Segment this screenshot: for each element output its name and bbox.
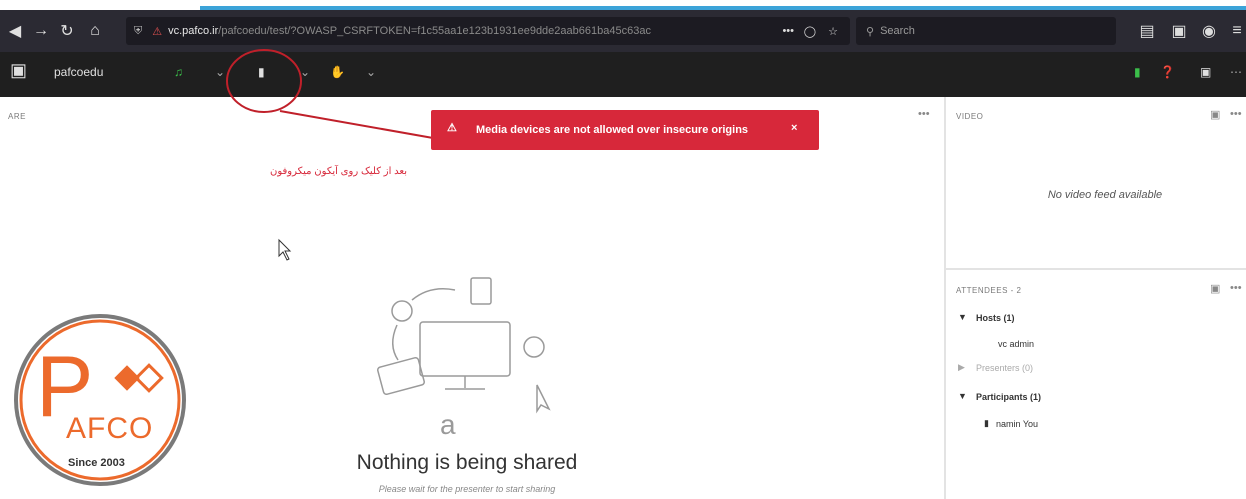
- no-video-text: No video feed available: [1047, 189, 1163, 201]
- video-pod-label: VIDEO: [956, 112, 984, 121]
- error-toast: ⚠ Media devices are not allowed over ins…: [431, 110, 819, 150]
- video-pod-fullscreen-icon[interactable]: ▣: [1210, 108, 1220, 121]
- mouse-cursor-icon: [278, 238, 292, 261]
- toast-close-button[interactable]: ×: [791, 122, 797, 134]
- hosts-chevron-icon[interactable]: ▼: [958, 312, 967, 322]
- attendee-namin[interactable]: namin You: [996, 419, 1038, 429]
- user-icon: [391, 300, 413, 322]
- warning-icon: ⚠: [447, 122, 457, 134]
- attendee-vc-admin[interactable]: vc admin: [998, 339, 1034, 349]
- monitor-icon: [419, 321, 511, 377]
- nothing-shared-subtitle: Please wait for the presenter to start s…: [378, 484, 556, 494]
- document-icon: [470, 277, 492, 305]
- annotation-line: [279, 110, 434, 139]
- participant-mic-icon: ▮: [984, 418, 989, 428]
- attendees-pod-label: ATTENDEES - 2: [956, 286, 1022, 295]
- toast-message: Media devices are not allowed over insec…: [476, 124, 749, 136]
- presenters-chevron-icon[interactable]: ▶: [958, 362, 965, 373]
- font-icon: a: [440, 409, 456, 440]
- hosts-group[interactable]: Hosts (1): [976, 313, 1015, 323]
- presenters-group[interactable]: Presenters (0): [976, 363, 1033, 373]
- attendees-pod-menu-icon[interactable]: •••: [1230, 282, 1242, 294]
- sharing-illustration: a: [377, 277, 551, 440]
- image-icon: [377, 356, 425, 396]
- participants-chevron-icon[interactable]: ▼: [958, 391, 967, 401]
- video-play-icon: [523, 336, 545, 358]
- attendees-pod-fullscreen-icon[interactable]: ▣: [1210, 282, 1220, 295]
- logo-letters: AFCO: [66, 412, 154, 445]
- annotation-note: بعد از کلیک روی آیکون میکروفون: [270, 166, 408, 177]
- nothing-shared-title: Nothing is being shared: [356, 451, 578, 474]
- logo-area: P AFCO Since 2003: [8, 312, 198, 499]
- participants-group[interactable]: Participants (1): [976, 392, 1041, 402]
- video-pod-menu-icon[interactable]: •••: [1230, 108, 1242, 120]
- pointer-icon: [536, 384, 551, 414]
- logo-since: Since 2003: [68, 457, 125, 469]
- annotation-circle: [226, 49, 302, 113]
